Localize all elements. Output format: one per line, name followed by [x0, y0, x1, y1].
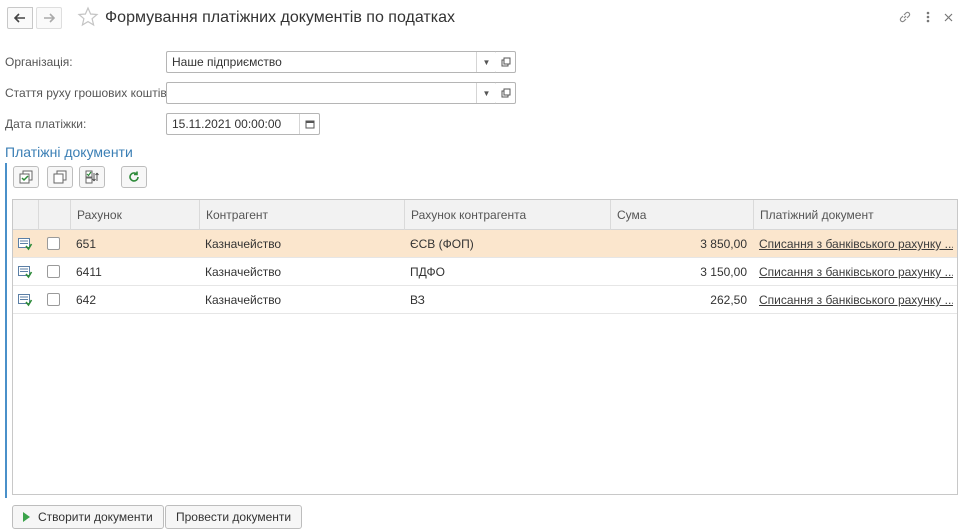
payment-date-field[interactable]: 15.11.2021 00:00:00: [166, 113, 320, 135]
cell-account: 651: [76, 237, 97, 251]
window-header: Формування платіжних документів по подат…: [0, 0, 961, 38]
row-checkbox[interactable]: [47, 237, 60, 250]
document-icon: [18, 266, 33, 279]
document-icon: [18, 294, 33, 307]
link-icon[interactable]: [898, 10, 912, 24]
row-checkbox[interactable]: [47, 293, 60, 306]
cell-payment-document-link[interactable]: Списання з банківського рахунку ...: [753, 286, 953, 314]
chevron-down-icon[interactable]: ▼: [476, 83, 496, 103]
more-vertical-icon[interactable]: [926, 11, 930, 23]
check-all-button[interactable]: [13, 166, 39, 188]
close-icon[interactable]: [944, 13, 953, 22]
open-window-icon: [501, 57, 510, 67]
cell-account: 642: [76, 293, 97, 307]
open-window-icon: [501, 88, 510, 98]
cell-counterparty-account: ЄСВ (ФОП): [410, 237, 474, 251]
cashflow-item-field[interactable]: ▼: [166, 82, 497, 104]
post-documents-button[interactable]: Провести документи: [165, 505, 303, 529]
organization-field[interactable]: Наше підприємство ▼: [166, 51, 497, 73]
forward-button[interactable]: [36, 7, 62, 29]
post-documents-label: Провести документи: [176, 510, 292, 524]
cell-counterparty: Казначейство: [205, 265, 282, 279]
toggle-check-button[interactable]: [79, 166, 105, 188]
column-header-amount[interactable]: Сума: [610, 200, 753, 230]
document-icon: [18, 238, 33, 251]
column-header-counterparty[interactable]: Контрагент: [199, 200, 404, 230]
cashflow-item-open-button[interactable]: [496, 82, 516, 104]
column-header-check: [38, 200, 70, 230]
cell-counterparty: Казначейство: [205, 293, 282, 307]
row-checkbox[interactable]: [47, 265, 60, 278]
table-row[interactable]: 651 Казначейство ЄСВ (ФОП) 3 850,00 Спис…: [13, 230, 957, 258]
uncheck-all-icon: [53, 170, 67, 184]
column-header-payment-document[interactable]: Платіжний документ: [753, 200, 957, 230]
payment-date-label: Дата платіжки:: [5, 117, 87, 131]
section-accent-line: [5, 163, 7, 498]
star-icon[interactable]: [77, 6, 99, 28]
table-row[interactable]: 6411 Казначейство ПДФО 3 150,00 Списання…: [13, 258, 957, 286]
page-title: Формування платіжних документів по подат…: [105, 9, 455, 26]
create-documents-label: Створити документи: [38, 510, 153, 524]
column-header-account[interactable]: Рахунок: [70, 200, 199, 230]
create-documents-button[interactable]: Створити документи: [12, 505, 164, 529]
organization-label: Організація:: [5, 55, 73, 69]
cell-amount: 3 150,00: [700, 265, 747, 279]
cell-payment-document-link[interactable]: Списання з банківського рахунку ...: [753, 230, 953, 258]
toggle-check-icon: [85, 170, 99, 184]
section-title: Платіжні документи: [5, 144, 133, 160]
cell-counterparty: Казначейство: [205, 237, 282, 251]
back-button[interactable]: [7, 7, 33, 29]
play-icon: [23, 512, 30, 522]
cell-payment-document-link[interactable]: Списання з банківського рахунку ...: [753, 258, 953, 286]
arrow-left-icon: [14, 13, 25, 23]
header-actions: [898, 10, 953, 24]
column-header-counterparty-account[interactable]: Рахунок контрагента: [404, 200, 610, 230]
refresh-icon: [129, 171, 139, 182]
cell-counterparty-account: ПДФО: [410, 265, 445, 279]
chevron-down-icon[interactable]: ▼: [476, 52, 496, 72]
arrow-right-icon: [44, 13, 55, 23]
payment-documents-table[interactable]: Рахунок Контрагент Рахунок контрагента С…: [12, 199, 958, 495]
cell-counterparty-account: ВЗ: [410, 293, 425, 307]
refresh-button[interactable]: [121, 166, 147, 188]
cell-amount: 262,50: [710, 293, 747, 307]
check-all-icon: [19, 170, 33, 184]
table-header: Рахунок Контрагент Рахунок контрагента С…: [13, 200, 957, 230]
cell-account: 6411: [76, 265, 102, 279]
calendar-icon[interactable]: [299, 114, 319, 134]
cashflow-item-label: Стаття руху грошових коштів:: [5, 86, 171, 100]
organization-open-button[interactable]: [496, 51, 516, 73]
cell-amount: 3 850,00: [700, 237, 747, 251]
table-row[interactable]: 642 Казначейство ВЗ 262,50 Списання з ба…: [13, 286, 957, 314]
uncheck-all-button[interactable]: [47, 166, 73, 188]
organization-value: Наше підприємство: [172, 55, 282, 69]
payment-date-value: 15.11.2021 00:00:00: [172, 117, 282, 131]
